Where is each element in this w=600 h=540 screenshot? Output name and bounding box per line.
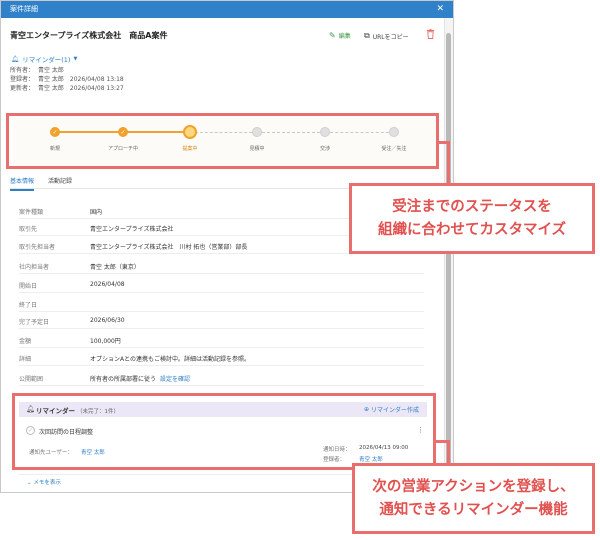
reminder-callout: 次の営業アクションを登録し、 通知できるリマインダー機能 <box>352 463 595 534</box>
field-value-text: 2026/04/08 <box>90 281 125 288</box>
close-icon[interactable]: ✕ <box>436 1 444 18</box>
field-label: 金額 <box>19 338 32 345</box>
edit-label: 編集 <box>338 33 351 40</box>
field-value: 青空 太郎（東京） <box>90 262 140 271</box>
field-value-text: 青空エンタープライズ株式会社 川村 拓也（営業部）部長 <box>90 244 248 251</box>
modal-title: 案件詳細 <box>10 5 38 13</box>
status-callout: 受注までのステータスを 組織に合わせてカスタマイズ <box>349 183 595 254</box>
chevron-down-icon: ⌄ <box>27 480 32 486</box>
field-value-text: オプションAとの連携もご検討中。詳細は活動記録を参照。 <box>90 356 251 363</box>
field-row: 社内担当者 青空 太郎（東京） <box>19 262 424 274</box>
field-value-text: 所有者の所属部署に従う <box>90 376 157 383</box>
field-value: 2026/06/30 <box>90 317 125 324</box>
reminder-toggle[interactable]: 🔔︎ リマインダー(1) ▼ <box>11 54 77 64</box>
field-row: 公開範囲 所有者の所属部署に従う 設定を確認 <box>19 374 424 386</box>
edit-button[interactable]: ✎ 編集 <box>329 31 351 40</box>
field-value-text: 100,000円 <box>90 338 121 345</box>
trash-icon[interactable] <box>426 29 435 39</box>
field-row: 完了予定日 2026/06/30 <box>19 317 424 329</box>
link-copy-icon: ⧉ <box>364 31 370 40</box>
field-row: 開始日 2026/04/08 <box>19 281 424 293</box>
field-label: 取引先 <box>19 226 38 233</box>
field-value-text: 青空 太郎（東京） <box>90 264 140 271</box>
field-row: 詳細 オプションAとの連携もご検討中。詳細は活動記録を参照。 <box>19 354 424 366</box>
copy-url-label: URLをコピー <box>372 33 409 41</box>
field-value: 2026/04/08 <box>90 281 125 288</box>
updater-meta: 更新者： 青空 太郎 2026/04/08 13:27 <box>10 85 124 92</box>
field-value-text: 2026/06/30 <box>90 317 125 324</box>
field-value: 100,000円 <box>90 336 121 345</box>
field-value: 所有者の所属部署に従う 設定を確認 <box>90 374 190 383</box>
field-label: 社内担当者 <box>19 264 50 271</box>
field-row: 終了日 <box>19 300 424 312</box>
field-label: 終了日 <box>19 302 38 309</box>
field-value: 国内 <box>90 207 102 216</box>
field-value: オプションAとの連携もご検討中。詳細は活動記録を参照。 <box>90 354 250 363</box>
show-memo-toggle[interactable]: ⌄ メモを表示 <box>27 478 61 486</box>
deal-title: 青空エンタープライズ株式会社 商品A案件 <box>10 31 168 40</box>
field-value-text: 国内 <box>90 209 103 216</box>
field-label: 詳細 <box>19 356 32 363</box>
reminder-highlight-frame <box>12 393 436 470</box>
reminder-toggle-label: リマインダー(1) <box>22 56 71 64</box>
field-value[interactable]: 青空エンタープライズ株式会社 川村 拓也（営業部）部長 <box>90 242 247 251</box>
field-row: 金額 100,000円 <box>19 336 424 348</box>
pencil-icon: ✎ <box>329 31 336 40</box>
owner-meta: 所有者： 青空 太郎 <box>10 67 64 74</box>
field-value[interactable]: 青空エンタープライズ株式会社 <box>90 224 173 233</box>
bell-icon: 🔔︎ <box>11 55 20 63</box>
modal-titlebar: 案件詳細 ✕ <box>1 1 453 18</box>
field-label: 開始日 <box>19 283 38 290</box>
registrant-meta: 登録者： 青空 太郎 2026/04/08 13:18 <box>10 76 124 83</box>
field-label: 案件種類 <box>19 209 44 216</box>
check-settings-link[interactable]: 設定を確認 <box>160 376 190 383</box>
field-label: 取引先担当者 <box>19 244 56 251</box>
status-highlight-frame <box>6 113 439 169</box>
copy-url-button[interactable]: ⧉ URLをコピー <box>364 31 409 41</box>
field-label: 公開範囲 <box>19 376 44 383</box>
caret-down-icon: ▼ <box>73 56 78 62</box>
field-value-text: 青空エンタープライズ株式会社 <box>90 226 174 233</box>
field-label: 完了予定日 <box>19 319 50 326</box>
